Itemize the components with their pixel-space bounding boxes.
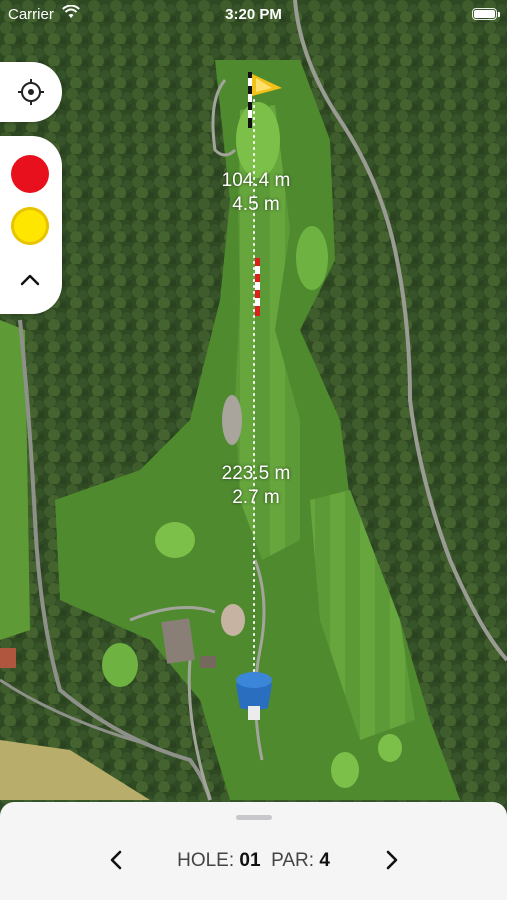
red-marker-button[interactable]	[11, 155, 49, 193]
hole-number: 01	[239, 850, 261, 871]
distance-label-lower: 223.5 m 2.7 m	[196, 462, 316, 510]
course-map[interactable]	[0, 0, 507, 900]
hole-label: HOLE:	[177, 850, 235, 871]
locate-button[interactable]	[0, 62, 62, 122]
sheet-handle[interactable]	[236, 815, 272, 820]
par-label: PAR:	[271, 850, 315, 871]
locate-crosshair-icon	[18, 79, 44, 105]
par-number: 4	[319, 850, 330, 871]
distance-value: 104.4 m	[221, 170, 291, 191]
marker-panel	[0, 136, 62, 314]
battery-icon	[472, 8, 500, 20]
chevron-right-icon[interactable]	[380, 848, 402, 872]
target-marker[interactable]	[255, 258, 260, 316]
distance-secondary: 4.5 m	[232, 194, 280, 215]
chevron-up-icon[interactable]	[19, 272, 41, 288]
distance-label-upper: 104.4 m 4.5 m	[196, 169, 316, 217]
hole-info-sheet[interactable]: HOLE: 01 PAR: 4	[0, 802, 507, 900]
hole-par-info: HOLE: 01 PAR: 4	[0, 850, 507, 872]
distance-secondary: 2.7 m	[232, 487, 280, 508]
yellow-marker-button[interactable]	[11, 207, 49, 245]
clock: 3:20 PM	[225, 6, 282, 23]
status-bar: Carrier 3:20 PM	[0, 0, 507, 30]
distance-value: 223.5 m	[221, 463, 291, 484]
